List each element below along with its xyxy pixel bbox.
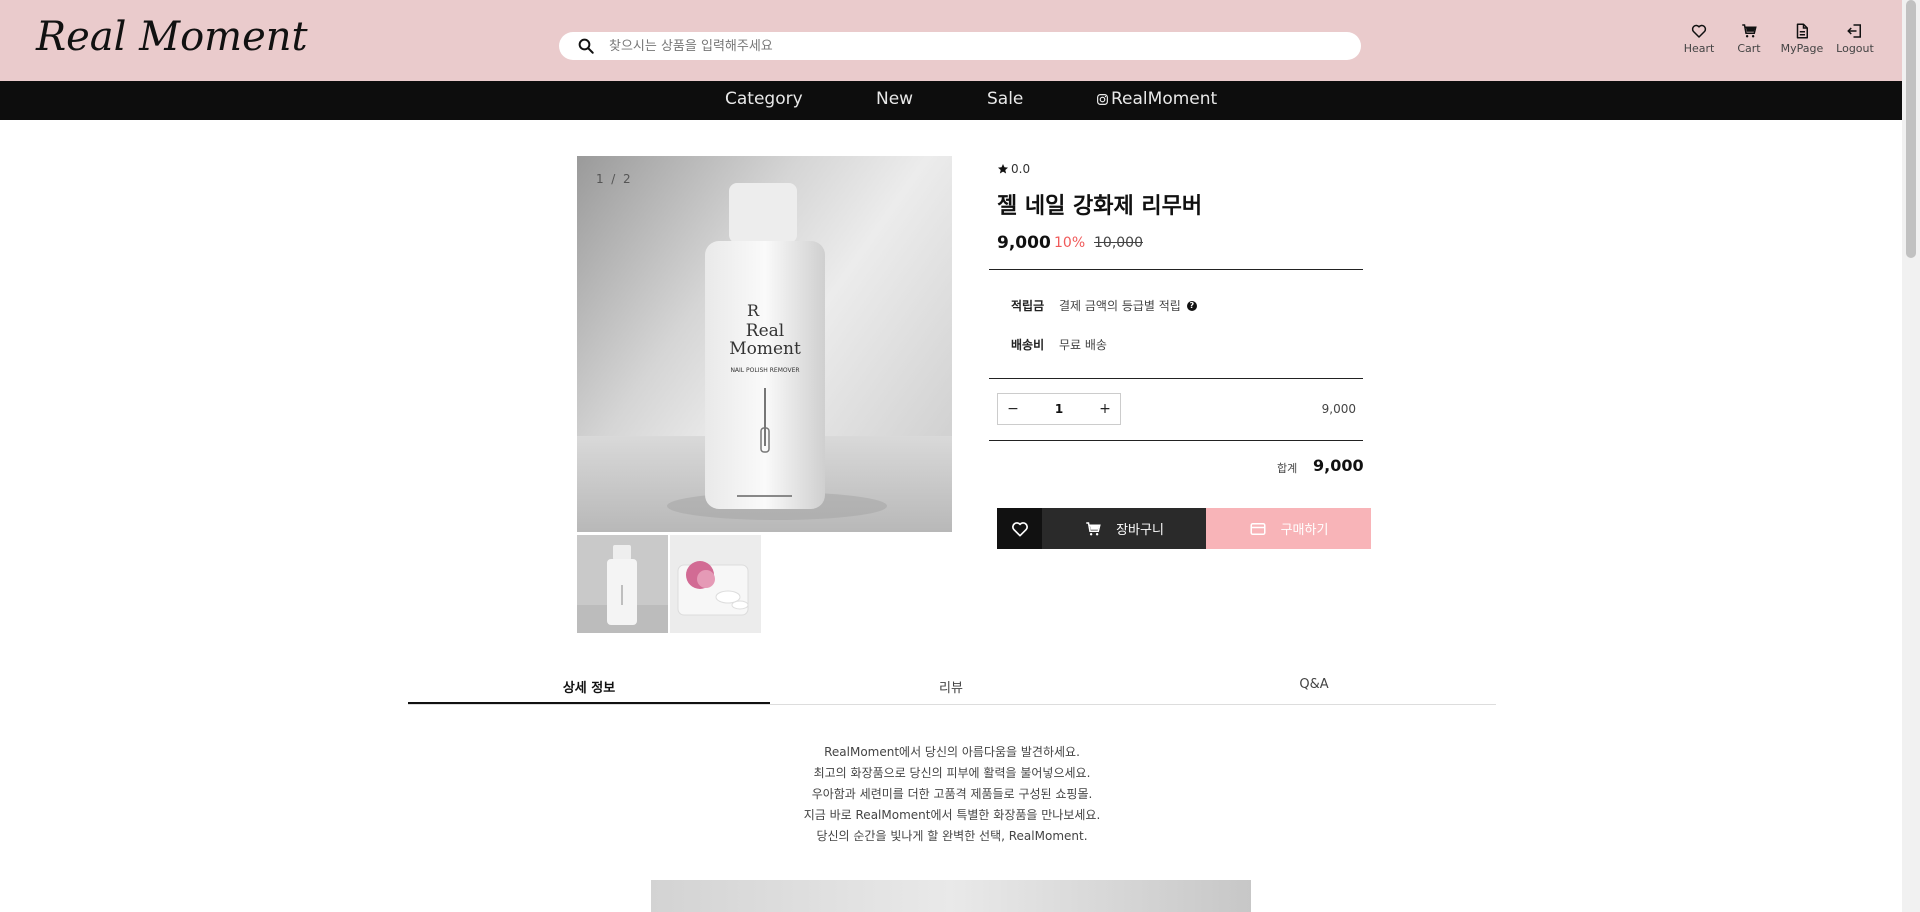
quantity-decrease-button[interactable]: −	[998, 394, 1028, 424]
quantity-increase-button[interactable]: +	[1090, 394, 1120, 424]
heart-label: Heart	[1683, 42, 1715, 55]
heart-icon	[1691, 24, 1707, 38]
thumbnail-1[interactable]	[577, 535, 668, 633]
document-icon	[1796, 23, 1808, 39]
search-icon[interactable]	[577, 37, 595, 55]
logout-icon	[1847, 24, 1861, 38]
quantity-value[interactable]: 1	[1055, 402, 1063, 416]
product-tabs: 상세 정보 리뷰 Q&A	[408, 671, 1496, 705]
add-to-cart-button[interactable]: 장바구니	[1042, 508, 1206, 549]
buy-button-label: 구매하기	[1280, 523, 1329, 538]
page: Real Moment Heart Cart MyPage Logout Cat…	[0, 0, 1920, 912]
tab-qna[interactable]: Q&A	[1132, 671, 1496, 704]
svg-text:R: R	[747, 301, 760, 320]
main-nav: Category New Sale RealMoment	[0, 81, 1902, 120]
credit-card-icon	[1250, 522, 1266, 535]
cart-link[interactable]: Cart	[1724, 22, 1774, 55]
rating: 0.0	[997, 162, 1030, 176]
site-header: Real Moment Heart Cart MyPage Logout	[0, 0, 1902, 81]
thumbnail-row	[577, 535, 761, 633]
divider-1	[989, 269, 1363, 270]
product-description: RealMoment에서 당신의 아름다움을 발견하세요. 최고의 화장품으로 …	[408, 742, 1496, 847]
detail-image	[651, 880, 1251, 912]
tab-review[interactable]: 리뷰	[770, 671, 1132, 704]
scrollbar-thumb[interactable]	[1906, 0, 1916, 258]
instagram-icon	[1097, 93, 1108, 105]
product-title: 젤 네일 강화제 리무버	[997, 194, 1203, 219]
shipping-value: 무료 배송	[1059, 338, 1107, 352]
search-input[interactable]	[609, 38, 1309, 54]
mypage-link[interactable]: MyPage	[1777, 22, 1827, 55]
thumbnail-flower-image	[670, 535, 761, 633]
buy-now-button[interactable]: 구매하기	[1206, 508, 1371, 549]
logout-label: Logout	[1836, 42, 1874, 55]
cart-icon	[1742, 24, 1757, 38]
mypage-label: MyPage	[1780, 42, 1824, 55]
shipping-label: 배송비	[1011, 338, 1045, 352]
cart-label: Cart	[1737, 42, 1761, 55]
nav-instagram-label: RealMoment	[1111, 89, 1218, 109]
tab-detail[interactable]: 상세 정보	[408, 671, 770, 704]
star-icon	[998, 164, 1008, 174]
thumbnail-2[interactable]	[670, 535, 761, 633]
points-value: 결제 금액의 등급별 적립 ?	[1059, 297, 1197, 314]
image-counter: 1 / 2	[596, 172, 631, 186]
help-icon[interactable]: ?	[1186, 300, 1197, 311]
quantity-stepper: − 1 +	[997, 393, 1121, 425]
description-line: 우아함과 세련미를 더한 고품격 제품들로 구성된 쇼핑몰.	[811, 787, 1093, 801]
discount-rate: 10%	[1054, 235, 1086, 251]
nav-instagram[interactable]: RealMoment	[1096, 89, 1217, 109]
divider-2	[989, 378, 1363, 379]
cart-button-label: 장바구니	[1116, 523, 1164, 538]
wishlist-button[interactable]	[997, 508, 1042, 549]
points-label: 적립금	[1011, 299, 1045, 313]
bottle-text-3: NAIL POLISH REMOVER	[730, 367, 799, 374]
points-value-text: 결제 금액의 등급별 적립	[1059, 299, 1181, 313]
product-price: 9,000	[997, 233, 1051, 253]
description-line: RealMoment에서 당신의 아름다움을 발견하세요.	[824, 745, 1080, 759]
bottle-text-2: Moment	[729, 339, 801, 359]
line-total: 9,000	[1321, 402, 1356, 416]
thumbnail-bottle-image	[577, 535, 668, 633]
heart-icon	[1011, 521, 1028, 536]
heart-link[interactable]: Heart	[1674, 22, 1724, 55]
sum-label: 합계	[1277, 462, 1298, 475]
description-line: 당신의 순간을 빛나게 할 완벽한 선택, RealMoment.	[816, 829, 1088, 843]
rating-value: 0.0	[1011, 162, 1031, 176]
site-logo[interactable]: Real Moment	[36, 14, 308, 60]
nav-sale[interactable]: Sale	[987, 89, 1023, 109]
product-bottle-image: R Real Moment NAIL POLISH REMOVER	[577, 183, 952, 532]
description-line: 지금 바로 RealMoment에서 특별한 화장품을 만나보세요.	[803, 808, 1101, 822]
search-bar	[559, 32, 1361, 60]
original-price: 10,000	[1094, 235, 1143, 251]
sum-value: 9,000	[1313, 456, 1364, 475]
page-scrollbar[interactable]	[1902, 0, 1920, 912]
cart-icon	[1086, 521, 1101, 535]
divider-3	[989, 440, 1363, 441]
logout-link[interactable]: Logout	[1830, 22, 1880, 55]
bottle-text-1: Real	[746, 321, 784, 341]
product-main-image[interactable]: R Real Moment NAIL POLISH REMOVER 1 / 2	[577, 156, 952, 532]
description-line: 최고의 화장품으로 당신의 피부에 활력을 불어넣으세요.	[813, 766, 1091, 780]
nav-category[interactable]: Category	[725, 89, 803, 109]
nav-new[interactable]: New	[876, 89, 913, 109]
